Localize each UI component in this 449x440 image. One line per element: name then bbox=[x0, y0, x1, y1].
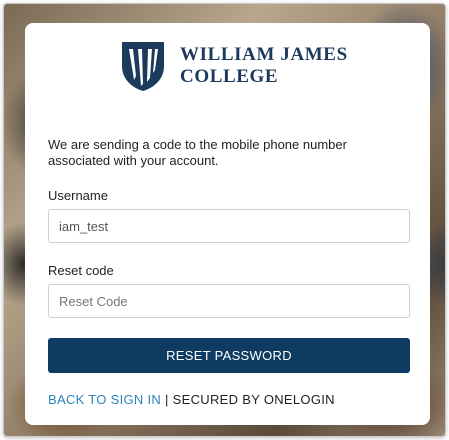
reset-password-button[interactable]: RESET PASSWORD bbox=[48, 338, 410, 373]
reset-code-label: Reset code bbox=[48, 263, 114, 278]
college-wordmark: William James College bbox=[180, 44, 348, 88]
wordmark-line2: College bbox=[180, 66, 279, 87]
shield-logo-icon bbox=[122, 42, 164, 91]
username-label: Username bbox=[48, 188, 108, 203]
footer-separator: | bbox=[165, 392, 169, 407]
college-logo: William James College bbox=[120, 40, 348, 92]
secured-by-text: SECURED BY ONELOGIN bbox=[172, 392, 335, 407]
username-input[interactable] bbox=[48, 209, 410, 243]
reset-code-input[interactable] bbox=[48, 284, 410, 318]
browser-frame: William James College We are sending a c… bbox=[3, 3, 446, 437]
card-footer: BACK TO SIGN IN | SECURED BY ONELOGIN bbox=[48, 392, 335, 407]
wordmark-line1: William James bbox=[180, 44, 348, 65]
instruction-message: We are sending a code to the mobile phon… bbox=[48, 137, 347, 168]
back-to-sign-in-link[interactable]: BACK TO SIGN IN bbox=[48, 392, 161, 407]
reset-password-card: William James College We are sending a c… bbox=[25, 23, 430, 425]
